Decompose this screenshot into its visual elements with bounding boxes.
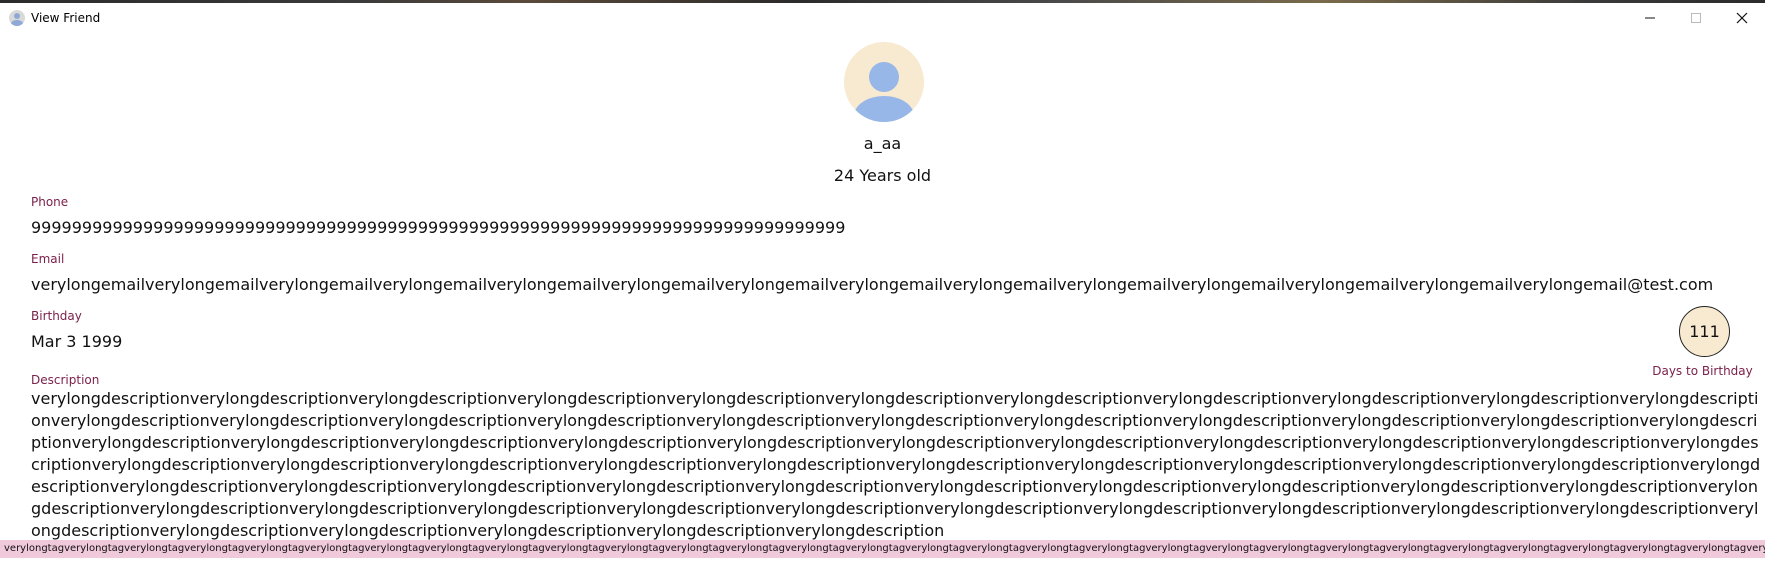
birthday-value: Mar 3 1999 — [31, 332, 123, 351]
phone-value: 9999999999999999999999999999999999999999… — [31, 218, 846, 237]
days-to-birthday-badge: 111 — [1679, 306, 1730, 357]
avatar-body — [854, 96, 914, 122]
user-avatar-icon — [9, 10, 25, 26]
friend-name: a_aa — [863, 134, 902, 153]
close-button[interactable] — [1719, 3, 1765, 33]
avatar-head — [869, 62, 899, 92]
tag-item[interactable]: verylongtagverylongtagverylongtagverylon… — [0, 540, 1765, 558]
friend-age: 24 Years old — [833, 166, 932, 185]
window-controls — [1627, 3, 1765, 33]
tag-bar: verylongtagverylongtagverylongtagverylon… — [0, 540, 1765, 558]
minimize-button[interactable] — [1627, 3, 1673, 33]
email-value: verylongemailverylongemailverylongemailv… — [31, 275, 1714, 294]
maximize-button[interactable] — [1673, 3, 1719, 33]
friend-avatar — [844, 42, 924, 122]
email-label: Email — [31, 252, 65, 266]
description-value: verylongdescriptionverylongdescriptionve… — [31, 389, 1761, 540]
minimize-icon — [1645, 17, 1655, 19]
window-title: View Friend — [31, 11, 101, 25]
days-to-birthday-label: Days to Birthday — [1652, 364, 1753, 378]
birthday-label: Birthday — [31, 309, 82, 323]
title-bar[interactable]: View Friend — [0, 3, 1765, 33]
maximize-icon — [1691, 13, 1701, 23]
description-label: Description — [31, 373, 100, 387]
close-icon — [1736, 12, 1748, 24]
phone-label: Phone — [31, 195, 69, 209]
